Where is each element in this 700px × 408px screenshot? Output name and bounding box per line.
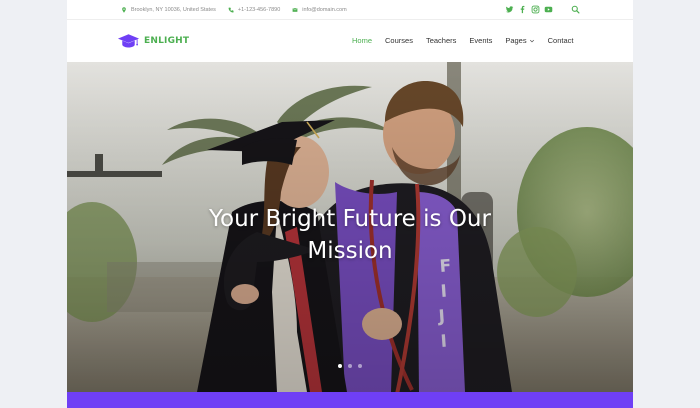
graduation-cap-icon	[117, 34, 140, 48]
slider-dots	[338, 364, 368, 368]
top-info-bar: Brooklyn, NY 10036, United States +1-123…	[67, 0, 633, 20]
hero-title: Your Bright Future is Our Mission	[209, 206, 491, 264]
social-links	[505, 5, 557, 14]
envelope-icon	[292, 7, 298, 12]
phone-text[interactable]: +1-123-456-7890	[238, 7, 280, 13]
nav-item-teachers[interactable]: Teachers	[426, 36, 456, 45]
nav-item-courses[interactable]: Courses	[385, 36, 413, 45]
phone-info: +1-123-456-7890	[228, 7, 280, 13]
brand-name: ENLIGHT	[144, 36, 190, 46]
email-info: info@domain.com	[292, 7, 347, 13]
nav-item-pages[interactable]: Pages	[505, 36, 534, 45]
page: Brooklyn, NY 10036, United States +1-123…	[67, 0, 633, 408]
nav-menu: Home Courses Teachers Events Pages Conta…	[352, 36, 586, 45]
nav-item-home[interactable]: Home	[352, 36, 372, 45]
map-pin-icon	[122, 6, 126, 13]
instagram-icon[interactable]	[531, 5, 540, 14]
chevron-down-icon	[529, 39, 534, 42]
main-navbar: ENLIGHT Home Courses Teachers Events Pag…	[67, 21, 633, 62]
brand-logo[interactable]: ENLIGHT	[117, 33, 189, 49]
slider-dot-3[interactable]	[358, 364, 362, 368]
facebook-icon[interactable]	[518, 5, 527, 14]
nav-item-contact[interactable]: Contact	[548, 36, 574, 45]
email-text[interactable]: info@domain.com	[302, 7, 346, 13]
address-text: Brooklyn, NY 10036, United States	[131, 6, 216, 13]
youtube-icon[interactable]	[544, 5, 553, 14]
phone-icon	[228, 7, 234, 12]
hero-slider: F I J I	[67, 62, 633, 392]
nav-item-events[interactable]: Events	[469, 36, 492, 45]
address-info: Brooklyn, NY 10036, United States	[121, 7, 216, 13]
next-section-bar	[67, 392, 633, 408]
search-icon[interactable]	[571, 5, 580, 14]
slider-dot-2[interactable]	[348, 364, 352, 368]
slider-dot-1[interactable]	[338, 364, 342, 368]
twitter-icon[interactable]	[505, 5, 514, 14]
